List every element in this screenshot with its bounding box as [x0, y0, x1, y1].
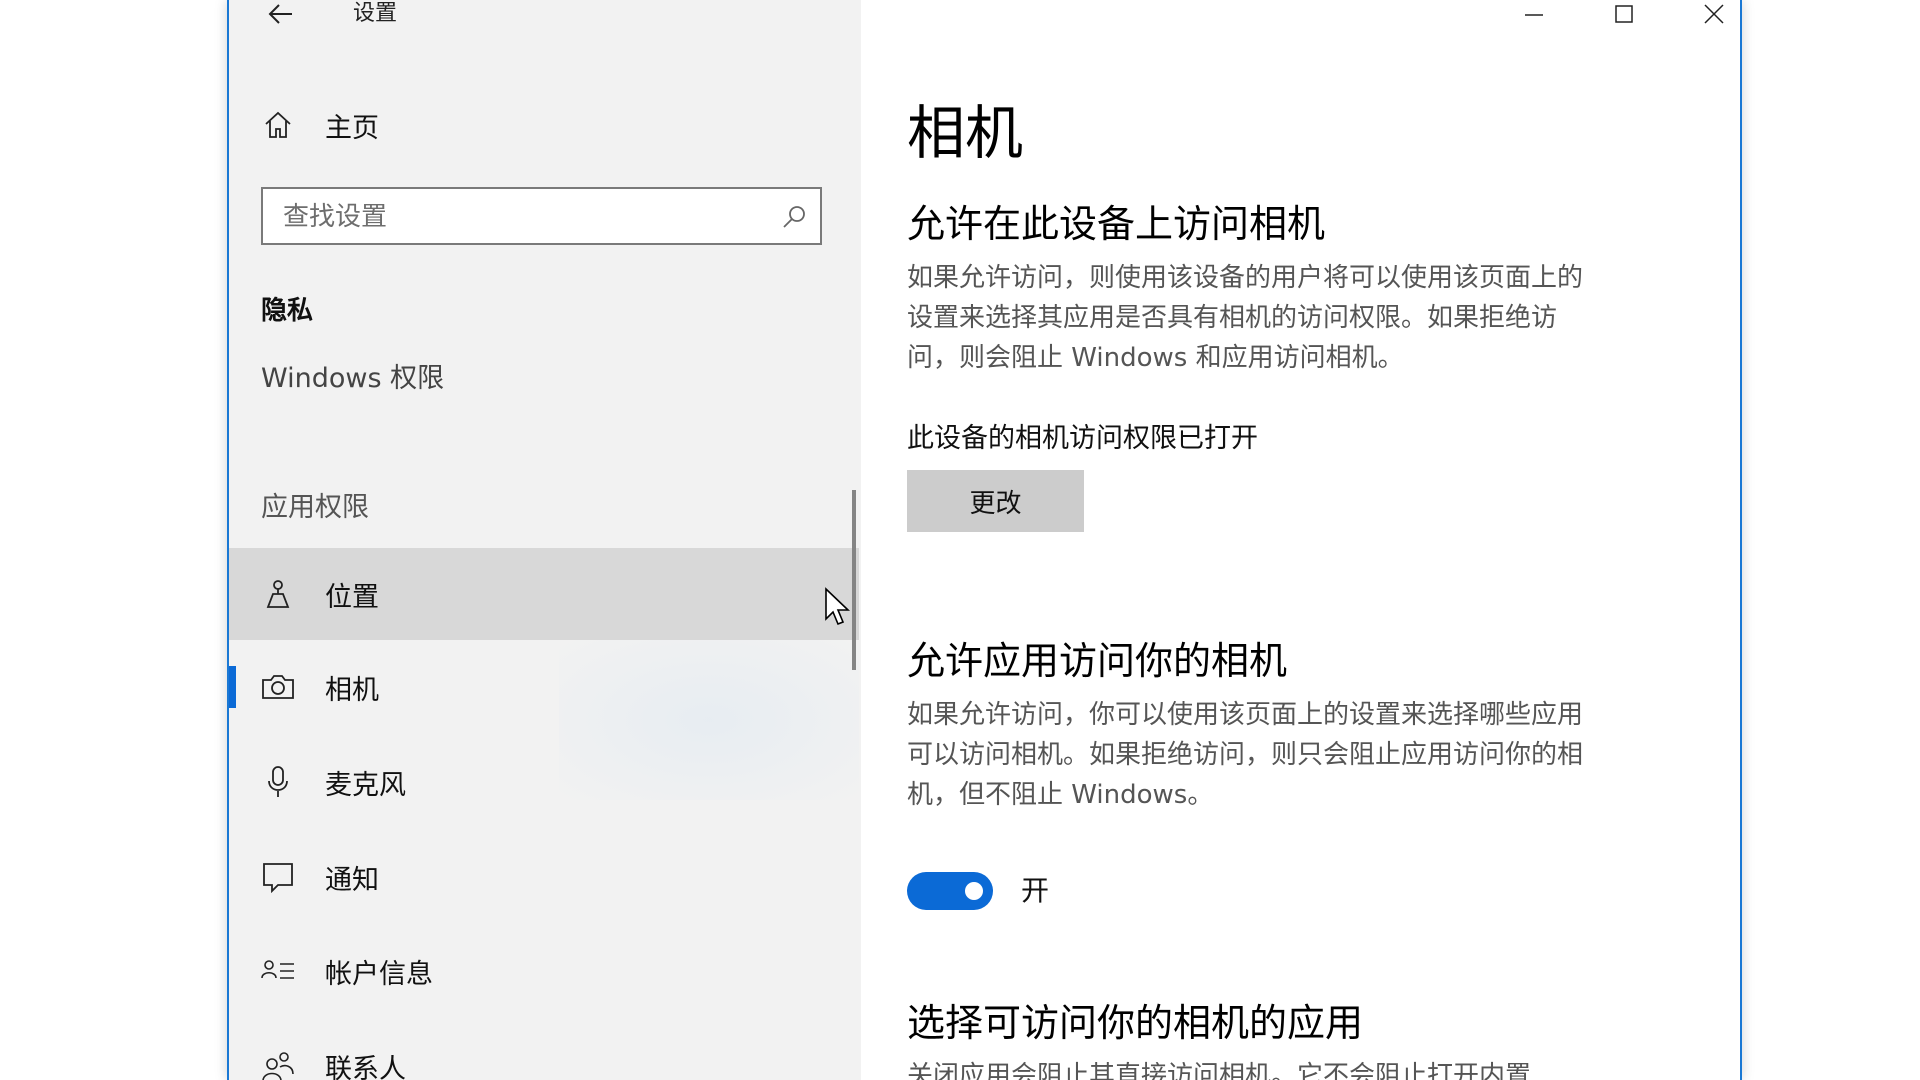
back-arrow-icon [268, 4, 292, 24]
app-permissions-heading: 应用权限 [261, 492, 369, 523]
search-box[interactable] [261, 187, 822, 245]
contacts-icon [261, 1049, 295, 1080]
sidebar-item-microphone[interactable]: 麦克风 [229, 736, 859, 828]
camera-icon [261, 670, 295, 704]
search-input[interactable] [281, 189, 765, 245]
main-content: 相机 允许在此设备上访问相机 如果允许访问，则使用该设备的用户将可以使用该页面上… [861, 0, 1740, 1080]
choose-apps-description: 关闭应用会阻止其直接访问相机。它不会阻止打开内置 [907, 1061, 1532, 1080]
description-line: 可以访问相机。如果拒绝访问，则只会阻止应用访问你的相 [907, 740, 1584, 770]
account-info-icon [261, 954, 295, 988]
sidebar-item-label: 麦克风 [325, 769, 406, 801]
home-label: 主页 [325, 112, 379, 144]
sidebar-item-label: 相机 [325, 674, 379, 706]
settings-window: 设置 主页 隐私 Windows 权限 应用权限 [227, 0, 1742, 1080]
device-access-status: 此设备的相机访问权限已打开 [907, 423, 1258, 454]
app-access-description: 如果允许访问，你可以使用该页面上的设置来选择哪些应用 可以访问相机。如果拒绝访问… [907, 695, 1707, 815]
mouse-cursor-icon [825, 587, 850, 626]
sidebar-item-label: 帐户信息 [325, 958, 433, 990]
description-line: 机，但不阻止 Windows。 [907, 780, 1214, 810]
privacy-heading: 隐私 [261, 296, 314, 326]
search-icon[interactable] [780, 203, 808, 231]
device-access-title: 允许在此设备上访问相机 [907, 202, 1326, 246]
toggle-knob [965, 882, 983, 900]
sidebar-item-account-info[interactable]: 帐户信息 [229, 925, 859, 1017]
sidebar-item-label: 通知 [325, 864, 379, 896]
choose-apps-title: 选择可访问你的相机的应用 [907, 1001, 1364, 1045]
home-icon [261, 108, 295, 142]
windows-permissions-label: Windows 权限 [261, 363, 445, 394]
description-line: 设置来选择其应用是否具有相机的访问权限。如果拒绝访 [907, 303, 1558, 333]
app-access-toggle[interactable] [907, 872, 993, 910]
sidebar-titlebar: 设置 [229, 0, 861, 30]
sidebar-item-home[interactable]: 主页 [229, 100, 861, 150]
device-access-description: 如果允许访问，则使用该设备的用户将可以使用该页面上的 设置来选择其应用是否具有相… [907, 258, 1707, 378]
close-button[interactable] [1669, 0, 1740, 28]
page-title: 相机 [907, 99, 1024, 167]
selected-indicator [229, 666, 236, 708]
sidebar-item-notifications[interactable]: 通知 [229, 831, 859, 923]
minimize-button[interactable] [1489, 0, 1579, 28]
sidebar: 设置 主页 隐私 Windows 权限 应用权限 [229, 0, 861, 1080]
close-icon [1704, 4, 1724, 24]
notification-icon [261, 860, 295, 894]
change-button[interactable]: 更改 [907, 470, 1084, 532]
description-line: 问，则会阻止 Windows 和应用访问相机。 [907, 343, 1404, 373]
maximize-icon [1615, 5, 1633, 23]
toggle-state-label: 开 [1021, 874, 1050, 907]
back-button[interactable] [261, 0, 301, 28]
app-access-title: 允许应用访问你的相机 [907, 639, 1288, 683]
sidebar-item-label: 联系人 [325, 1053, 406, 1080]
sidebar-item-label: 位置 [325, 581, 379, 613]
sidebar-item-contacts[interactable]: 联系人 [229, 1020, 859, 1080]
app-title: 设置 [353, 1, 398, 26]
microphone-icon [261, 765, 295, 799]
location-icon [261, 577, 295, 611]
maximize-button[interactable] [1579, 0, 1669, 28]
sidebar-scrollbar[interactable] [852, 490, 856, 670]
sidebar-item-camera[interactable]: 相机 [229, 641, 859, 733]
description-line: 如果允许访问，你可以使用该页面上的设置来选择哪些应用 [907, 700, 1584, 730]
description-line: 如果允许访问，则使用该设备的用户将可以使用该页面上的 [907, 263, 1584, 293]
minimize-icon [1525, 14, 1543, 16]
sidebar-item-location[interactable]: 位置 [229, 548, 859, 640]
